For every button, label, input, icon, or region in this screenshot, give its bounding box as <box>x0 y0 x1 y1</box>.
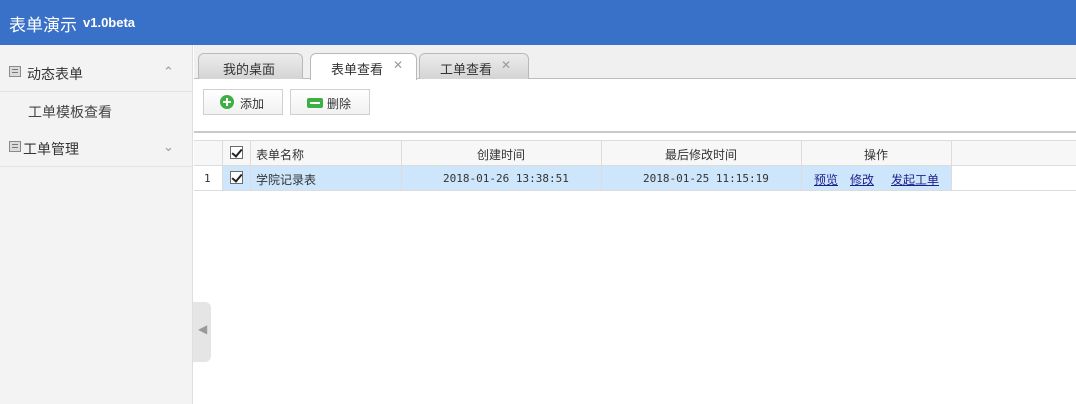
ticket-icon <box>9 141 21 152</box>
cell-modified-time: 2018-01-25 11:15:19 <box>602 166 802 190</box>
created-time: 2018-01-26 13:38:51 <box>443 172 569 185</box>
tab-label: 工单查看 <box>440 63 493 78</box>
chevron-up-icon[interactable]: ⌃ <box>163 65 174 80</box>
column-header-created[interactable]: 创建时间 <box>402 141 602 165</box>
table-row[interactable]: 1 学院记录表 2018-01-26 13:38:51 2018-01-25 1… <box>194 166 1076 191</box>
sidebar-group-dynamic-forms[interactable]: 动态表单 ⌃ <box>0 54 193 92</box>
cell-form-name: 学院记录表 <box>251 166 402 190</box>
sidebar-item-template-view[interactable]: 工单模板查看 <box>0 93 193 129</box>
cell-actions: 预览 修改 发起工单 <box>802 166 952 190</box>
select-all-checkbox[interactable] <box>230 146 243 159</box>
tab-form-view[interactable]: 表单查看 ✕ <box>310 53 417 80</box>
add-button[interactable]: 添加 <box>203 89 283 115</box>
tab-my-desktop[interactable]: 我的桌面 <box>198 53 303 79</box>
edit-link[interactable]: 修改 <box>850 171 874 188</box>
row-select-cell <box>223 166 251 190</box>
app-title: 表单演示 <box>9 16 77 36</box>
column-header-name[interactable]: 表单名称 <box>251 141 402 165</box>
add-button-label: 添加 <box>240 97 265 111</box>
tab-label: 表单查看 <box>331 63 384 78</box>
chevron-left-icon: ◀ <box>198 322 208 336</box>
tab-label: 我的桌面 <box>223 63 276 78</box>
column-header-label: 表单名称 <box>256 148 305 162</box>
sidebar-group-ticket-management[interactable]: 工单管理 ⌄ <box>0 129 193 167</box>
toolbar: 添加 删除 <box>194 79 1076 133</box>
form-list-icon <box>9 66 21 77</box>
sidebar-group-label: 动态表单 <box>27 67 83 83</box>
header-select-all-cell <box>223 141 251 165</box>
table-header: 表单名称 创建时间 最后修改时间 操作 <box>194 140 1076 166</box>
close-icon[interactable]: ✕ <box>501 58 511 72</box>
column-header-actions: 操作 <box>802 141 952 165</box>
sidebar-item-label: 工单模板查看 <box>28 105 112 121</box>
cell-created-time: 2018-01-26 13:38:51 <box>402 166 602 190</box>
row-checkbox[interactable] <box>230 171 243 184</box>
app-version: v1.0beta <box>83 15 136 30</box>
chevron-down-icon[interactable]: ⌄ <box>163 140 174 155</box>
add-icon <box>220 95 234 109</box>
column-header-label: 最后修改时间 <box>665 148 738 162</box>
row-index: 1 <box>204 172 211 185</box>
column-header-modified[interactable]: 最后修改时间 <box>602 141 802 165</box>
tab-ticket-view[interactable]: 工单查看 ✕ <box>419 53 529 79</box>
preview-link[interactable]: 预览 <box>814 171 838 188</box>
modified-time: 2018-01-25 11:15:19 <box>643 172 769 185</box>
sidebar: 动态表单 ⌃ 工单模板查看 工单管理 ⌄ <box>0 45 193 404</box>
sidebar-group-label: 工单管理 <box>23 142 79 158</box>
start-ticket-link[interactable]: 发起工单 <box>891 171 939 188</box>
column-header-label: 创建时间 <box>477 148 526 162</box>
delete-icon <box>307 98 323 108</box>
row-index-cell: 1 <box>194 166 223 190</box>
tab-bar: 我的桌面 表单查看 ✕ 工单查看 ✕ <box>194 45 1076 80</box>
delete-button-label: 删除 <box>327 97 352 111</box>
delete-button[interactable]: 删除 <box>290 89 370 115</box>
app-header: 表单演示 v1.0beta <box>0 0 1076 45</box>
column-header-label: 操作 <box>864 148 889 162</box>
form-name: 学院记录表 <box>256 173 317 187</box>
header-index-cell <box>194 141 223 165</box>
sidebar-collapse-handle[interactable]: ◀ <box>193 302 211 362</box>
close-icon[interactable]: ✕ <box>393 58 403 72</box>
